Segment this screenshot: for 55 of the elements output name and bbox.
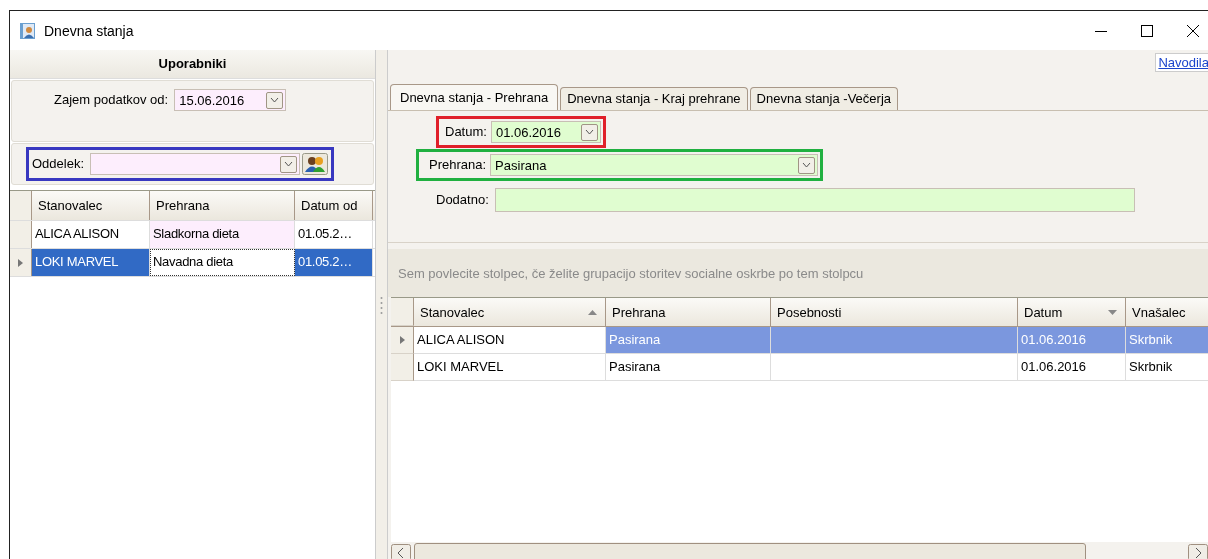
column-header[interactable]: Datum od: [295, 191, 373, 220]
column-header[interactable]: Stanovalec: [414, 298, 606, 326]
column-header[interactable]: Datum: [1018, 298, 1126, 326]
table-cell: 01.05.2…: [295, 221, 373, 248]
dropdown-icon[interactable]: [580, 123, 598, 141]
diet-dropdown[interactable]: Pasirana: [490, 154, 819, 176]
scrollbar-thumb[interactable]: [414, 543, 1086, 559]
row-header[interactable]: [391, 327, 414, 354]
column-header[interactable]: Vnašalec: [1126, 298, 1208, 326]
dropdown-icon[interactable]: [280, 155, 298, 173]
dropdown-icon[interactable]: [266, 91, 284, 109]
tab[interactable]: Dnevna stanja - Prehrana: [390, 84, 559, 110]
tab[interactable]: Dnevna stanja - Kraj prehrane: [560, 87, 748, 110]
table-cell: Sladkorna dieta: [150, 221, 295, 248]
table-cell: LOKI MARVEL: [414, 354, 606, 381]
users-icon[interactable]: [302, 153, 329, 175]
field-label: Datum:: [445, 123, 487, 141]
close-icon[interactable]: [1186, 23, 1200, 38]
field-label: Oddelek:: [32, 155, 85, 173]
column-header[interactable]: Prehrana: [606, 298, 771, 326]
field-label: Zajem podatkov od:: [54, 91, 169, 109]
row-pointer-icon: [399, 336, 405, 344]
scroll-left-icon[interactable]: [391, 544, 411, 559]
input-field[interactable]: [494, 188, 1135, 212]
table-cell: ALICA ALISON: [414, 327, 606, 354]
panel-title: Uporabniki: [10, 50, 375, 79]
table-cell: Pasirana: [606, 354, 771, 381]
row-header: [10, 191, 32, 220]
table-cell: Skrbnik: [1126, 354, 1208, 381]
table-cell: Pasirana: [606, 327, 771, 354]
group-by-hint: Sem povlecite stolpec, če želite grupacijo storitev socialne oskrbe po tem stolpcu: [398, 265, 864, 281]
table-cell: 01.06.2016: [1018, 354, 1126, 381]
window-title: Dnevna stanja: [44, 22, 134, 39]
field-label: Prehrana:: [429, 156, 487, 174]
scroll-right-icon[interactable]: [1188, 544, 1208, 559]
column-header[interactable]: Prehrana: [150, 191, 295, 220]
contact-book-icon: [19, 21, 37, 40]
date-field[interactable]: 01.06.2016: [490, 121, 601, 143]
maximize-icon[interactable]: [1140, 23, 1154, 38]
table-cell: LOKI MARVEL: [32, 249, 150, 276]
table-cell: 01.06.2016: [1018, 327, 1126, 354]
field-label: Dodatno:: [436, 191, 489, 209]
table-cell: Navadna dieta: [150, 249, 295, 276]
row-header[interactable]: [391, 354, 414, 381]
row-header[interactable]: [10, 249, 32, 276]
date-field[interactable]: 15.06.2016: [174, 89, 287, 111]
row-header[interactable]: [10, 221, 32, 248]
splitter-grip-icon[interactable]: [380, 295, 383, 315]
column-header[interactable]: Stanovalec: [32, 191, 150, 220]
column-header[interactable]: Posebnosti: [771, 298, 1018, 326]
dropdown-icon[interactable]: [798, 156, 816, 174]
tab[interactable]: Dnevna stanja -Večerja: [749, 87, 898, 110]
table-cell: 01.05.2…: [295, 249, 373, 276]
row-pointer-icon: [18, 258, 23, 267]
table-cell: Skrbnik: [1126, 327, 1208, 354]
